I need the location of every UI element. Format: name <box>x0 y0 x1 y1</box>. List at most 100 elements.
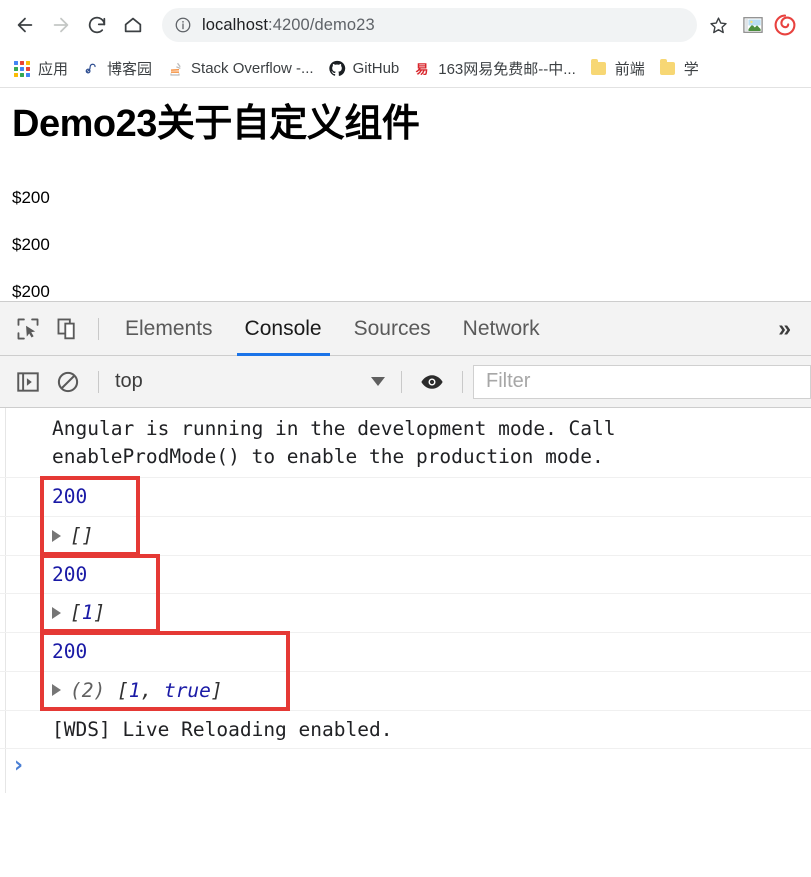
bookmark-label: 前端 <box>614 61 645 78</box>
url-path: :4200/demo23 <box>268 15 375 34</box>
bookmark-folder-frontend[interactable]: 前端 <box>583 55 652 82</box>
console-message-wds: [WDS] Live Reloading enabled. <box>0 710 811 750</box>
console-filter-input[interactable] <box>484 369 800 394</box>
expand-triangle-icon[interactable] <box>52 529 61 542</box>
execution-context-select[interactable]: top <box>109 366 391 398</box>
bookmark-star-button[interactable] <box>703 10 733 40</box>
picture-extension-icon <box>743 17 763 33</box>
device-toolbar-icon <box>57 318 75 339</box>
live-expression-eye-icon <box>421 374 443 389</box>
console-value-number: 200 <box>52 562 88 586</box>
live-expression-button[interactable] <box>412 362 452 402</box>
bookmark-cnblogs[interactable]: 博客园 <box>75 55 159 82</box>
tab-elements[interactable]: Elements <box>109 302 229 356</box>
tab-sources[interactable]: Sources <box>338 302 447 356</box>
clear-console-button[interactable] <box>48 362 88 402</box>
console-prompt[interactable]: › <box>0 749 811 794</box>
execution-context-value: top <box>115 370 143 392</box>
more-tabs-button[interactable]: » <box>768 317 801 340</box>
console-value-number: 200 <box>52 640 88 664</box>
console-message-array: [1] <box>0 594 811 634</box>
tab-network[interactable]: Network <box>447 302 556 356</box>
browser-toolbar: localhost:4200/demo23 <box>0 0 811 50</box>
spiral-extension-icon <box>774 14 796 36</box>
bookmark-label: 博客园 <box>107 61 153 78</box>
bookmark-label: 学 <box>683 61 699 78</box>
console-value-array: [1] <box>70 601 105 624</box>
devtools-tabbar: Elements Console Sources Network » <box>0 302 811 356</box>
url-host: localhost <box>202 15 269 34</box>
folder-icon <box>659 59 677 78</box>
array-open-bracket: [ <box>116 678 129 702</box>
page-viewport: Demo23关于自定义组件 $200 $200 $200 <box>0 88 811 301</box>
reload-button[interactable] <box>80 8 114 42</box>
forward-arrow-icon <box>53 17 69 33</box>
array-item-number: 1 <box>81 601 94 625</box>
expand-triangle-icon[interactable] <box>52 606 61 619</box>
apps-grid-icon <box>13 60 31 78</box>
spiral-extension-button[interactable] <box>771 11 799 39</box>
bookmarks-bar: 应用 博客园 Stack Overflow -... GitHub 易 163网… <box>0 50 811 88</box>
console-message-list: Angular is running in the development mo… <box>0 408 811 877</box>
toolbar-divider <box>462 370 463 393</box>
bookmark-folder-study[interactable]: 学 <box>652 55 706 82</box>
home-button[interactable] <box>116 8 150 42</box>
expand-triangle-icon[interactable] <box>52 684 61 697</box>
stackoverflow-icon <box>166 60 184 78</box>
price-line: $200 <box>12 187 50 207</box>
console-message-number: 200 <box>0 633 811 672</box>
picture-extension-button[interactable] <box>739 11 767 39</box>
toolbar-divider <box>401 370 402 393</box>
bookmark-label: GitHub <box>352 60 400 77</box>
chevron-down-icon <box>371 377 385 386</box>
prompt-caret-icon: › <box>14 753 24 779</box>
inspect-cursor-icon <box>17 318 39 339</box>
address-bar[interactable]: localhost:4200/demo23 <box>162 8 697 42</box>
bookmark-label: 应用 <box>38 61 69 78</box>
bookmark-github[interactable]: GitHub <box>321 57 407 81</box>
star-icon <box>709 16 727 33</box>
console-message-array: (2) [1, true] <box>0 671 811 711</box>
console-message-angular: Angular is running in the development mo… <box>0 408 811 479</box>
console-sidebar-toggle-button[interactable] <box>8 362 48 402</box>
console-value-number: 200 <box>52 485 88 509</box>
array-item-boolean: true <box>163 678 211 702</box>
folder-icon <box>590 59 608 78</box>
address-bar-url: localhost:4200/demo23 <box>202 16 375 35</box>
bookmark-label: Stack Overflow -... <box>191 60 314 77</box>
info-circle-icon[interactable] <box>174 16 192 34</box>
console-message-number: 200 <box>0 478 811 518</box>
github-icon <box>328 60 346 78</box>
back-arrow-icon <box>17 17 33 33</box>
devtools-panel: Elements Console Sources Network » top F… <box>0 301 811 877</box>
browser-window: localhost:4200/demo23 应用 博客园 Stack Overf… <box>0 0 811 877</box>
array-open-bracket: [ <box>70 601 82 625</box>
bookmark-stack-overflow[interactable]: Stack Overflow -... <box>159 57 321 81</box>
back-button[interactable] <box>8 8 42 42</box>
forward-button[interactable] <box>44 8 78 42</box>
svg-text:易: 易 <box>416 62 429 77</box>
device-toolbar-button[interactable] <box>48 309 88 349</box>
console-message-number: 200 <box>0 555 811 595</box>
reload-icon <box>88 16 106 34</box>
netease-icon: 易 <box>413 60 431 78</box>
toolbar-divider <box>98 317 99 340</box>
cnblogs-icon <box>82 60 100 78</box>
page-title: Demo23关于自定义组件 <box>12 103 420 145</box>
console-toolbar: top <box>0 356 811 408</box>
console-filter[interactable] <box>473 364 811 399</box>
clear-console-icon <box>57 371 79 392</box>
inspect-element-button[interactable] <box>8 309 48 349</box>
console-value-array: (2) [1, true] <box>70 679 223 702</box>
bookmark-netease-mail[interactable]: 易 163网易免费邮--中... <box>406 55 583 82</box>
console-value-array: [] <box>70 524 94 548</box>
tab-console[interactable]: Console <box>229 302 338 356</box>
array-length-label: (2) <box>70 678 117 702</box>
bookmark-apps[interactable]: 应用 <box>6 55 75 82</box>
bookmark-label: 163网易免费邮--中... <box>438 61 576 78</box>
price-line: $200 <box>12 234 50 254</box>
array-item-number: 1 <box>128 678 141 702</box>
home-icon <box>124 17 142 33</box>
toolbar-divider <box>98 370 99 393</box>
console-sidebar-icon <box>17 371 39 392</box>
